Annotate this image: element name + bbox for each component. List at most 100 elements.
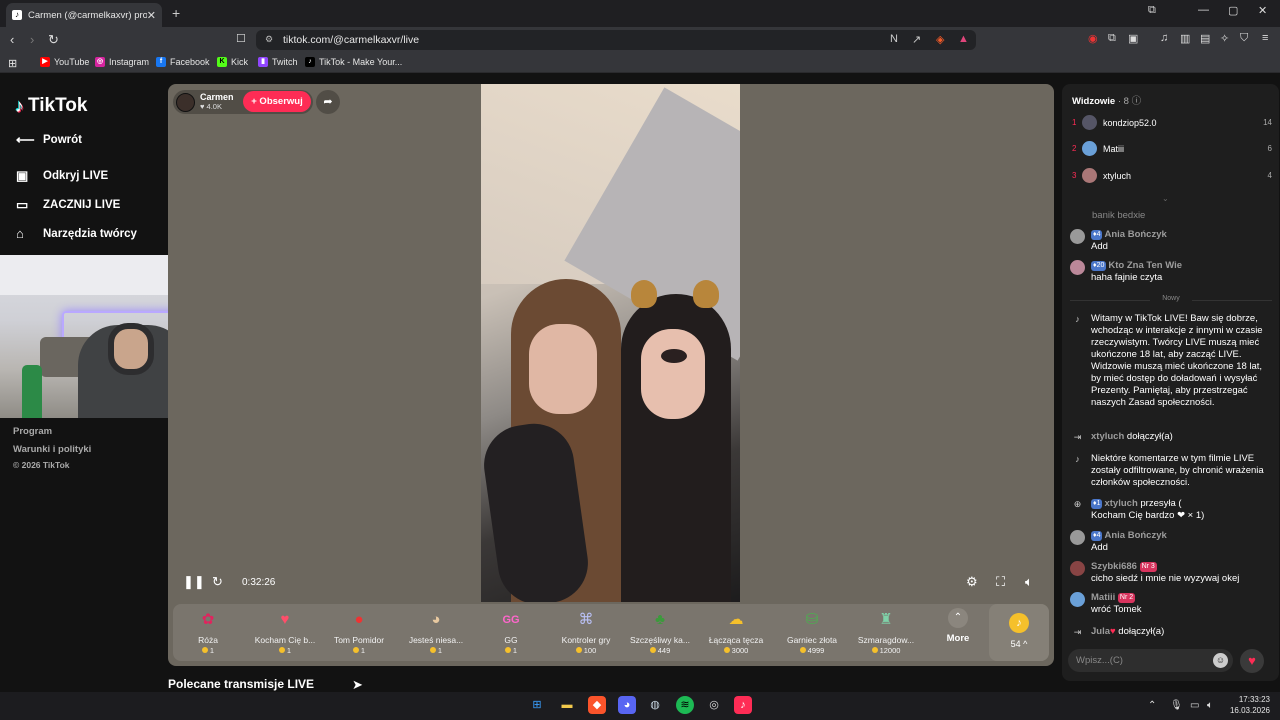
chat-message[interactable]: Matiii Nr 2 wróć Tomek (1070, 592, 1272, 616)
chat-input[interactable]: Wpisz...(C) ☺ (1068, 649, 1233, 672)
rank-badge: Nr 3 (1139, 562, 1157, 572)
chevron-down-icon[interactable]: ⌄ (1162, 194, 1169, 203)
brave-icon[interactable]: ◆ (588, 696, 606, 714)
url-bar[interactable]: ⚙ tiktok.com/@carmelkaxvr/live N ↗ ◈ ▲ (256, 30, 976, 50)
system-clock[interactable]: 17:33:23 16.03.2026 (1230, 694, 1270, 716)
gift-item[interactable]: GG GG 1 (475, 608, 547, 655)
wallet-icon[interactable]: ▤ (1200, 32, 1210, 45)
steam-icon[interactable]: ◍ (646, 696, 664, 714)
close-tab-icon[interactable]: ✕ (147, 9, 156, 22)
coins-button[interactable]: ♪ 54 ^ (989, 604, 1049, 661)
gift-item[interactable]: ⛁ Garniec złota 4999 (776, 608, 848, 655)
bookmark-kick[interactable]: K Kick (217, 57, 248, 67)
bookmark-facebook[interactable]: f Facebook (156, 57, 210, 67)
reload-icon[interactable]: ↻ (48, 32, 59, 48)
top-viewer-row[interactable]: 3 xtyluch 4 (1072, 168, 1272, 183)
new-tab-icon[interactable]: + (172, 5, 180, 21)
share-page-icon[interactable]: ↗ (912, 33, 921, 46)
media-icon[interactable]: ♫ (1160, 32, 1168, 44)
bookmark-twitch[interactable]: ▮ Twitch (258, 57, 298, 67)
sidebar-item-creator-tools[interactable]: ⌂ Narzędzia twórcy (16, 226, 137, 241)
footer-terms-link[interactable]: Warunki i polityki (13, 444, 91, 455)
maximize-icon[interactable]: ▢ (1228, 4, 1238, 17)
bookmark-youtube[interactable]: ▶ YouTube (40, 57, 89, 67)
record-icon[interactable]: ◉ (1088, 32, 1098, 45)
emoji-icon[interactable]: ☺ (1213, 653, 1228, 668)
sidebar-icon[interactable]: ▥ (1180, 32, 1190, 45)
tiktok-icon: ♪ (1075, 454, 1080, 464)
sidebar-item-go-live[interactable]: ▭ ZACZNIJ LIVE (16, 197, 120, 213)
top-viewer-row[interactable]: 1 kondziop52.0 14 (1072, 115, 1272, 130)
window-list-icon[interactable]: ⧉ (1148, 4, 1156, 17)
bookmark-instagram[interactable]: ◎ Instagram (95, 57, 149, 67)
network-icon[interactable]: ▭ (1190, 700, 1199, 711)
chat-message[interactable]: ♦4 Ania Bończyk Add (1070, 530, 1272, 554)
site-info-icon[interactable]: ⚙ (265, 34, 273, 45)
fullscreen-icon[interactable]: ⛶ (996, 574, 1005, 590)
follow-button[interactable]: + Obserwuj (243, 91, 311, 112)
viewers-header[interactable]: Widzowie · 8 ⓘ (1072, 93, 1141, 107)
start-icon[interactable]: ⊞ (528, 696, 546, 714)
gift-item[interactable]: ☁ Łącząca tęcza 3000 (700, 608, 772, 655)
avatar (1070, 592, 1085, 607)
tab-bar: ♪ Carmen (@carmelkaxvr) prov ✕ + ⧉ — ▢ ✕ (0, 0, 1280, 27)
footer-program-link[interactable]: Program (13, 426, 52, 437)
speaker-icon[interactable]: 🔈︎ (1207, 700, 1213, 711)
top-viewer-row[interactable]: 2 Matiii 6 (1072, 141, 1272, 156)
sidebar-item-discover-live[interactable]: ▣ Odkryj LIVE (16, 168, 108, 184)
replay-icon[interactable]: ↻ (212, 574, 223, 590)
share-icon[interactable]: ➦ (316, 90, 340, 114)
like-heart-button[interactable]: ♥ (1240, 649, 1264, 673)
gift-item[interactable]: ◕ Jesteś niesa... 1 (400, 608, 472, 655)
spotify-icon[interactable]: ≋ (676, 696, 694, 714)
avatar[interactable] (176, 92, 195, 112)
extensions-icon[interactable]: ⧉ (1108, 32, 1116, 45)
bookmark-tiktok[interactable]: ♪ TikTok - Make Your... (305, 57, 402, 67)
live-tv-icon: ▣ (16, 168, 29, 183)
forward-icon[interactable]: › (30, 32, 34, 47)
gift-item[interactable]: ♥ Kocham Cię b... 1 (249, 608, 321, 655)
obs-icon[interactable]: ◎ (705, 696, 723, 714)
bookmark-icon[interactable]: ☐ (236, 32, 246, 45)
apps-icon[interactable]: ⊞ (8, 57, 17, 70)
browser-tab[interactable]: ♪ Carmen (@carmelkaxvr) prov ✕ (6, 3, 162, 27)
chat-message[interactable]: ♦20 Kto Zna Ten Wie haha fajnie czyta (1070, 260, 1272, 284)
chat-message[interactable]: ♦4 Ania Bończyk Add (1070, 229, 1272, 253)
folder-icon[interactable]: ▬ (558, 696, 576, 714)
gift-item[interactable]: ⌘ Kontroler gry 100 (550, 608, 622, 655)
info-icon[interactable]: ⓘ (1132, 96, 1142, 107)
level-badge: ♦4 (1091, 531, 1103, 541)
gift-item[interactable]: ♜ Szmaragdow... 12000 (850, 608, 922, 655)
new-messages-divider: Nowy (1070, 295, 1272, 305)
gift-item[interactable]: ♣ Szczęśliwy ka... 449 (624, 608, 696, 655)
pause-icon[interactable]: ❚❚ (183, 574, 205, 590)
discord-icon[interactable]: ◕ (618, 696, 636, 714)
microphone-icon[interactable]: 🎙︎ (1170, 700, 1183, 711)
heart-icon: ♥ (1110, 626, 1116, 637)
settings-icon[interactable]: ⚙ (966, 574, 978, 590)
kick-icon: K (217, 57, 227, 67)
live-video[interactable] (481, 84, 740, 602)
translate-icon[interactable]: N (890, 33, 898, 45)
screenshot-icon[interactable]: ▣ (1128, 32, 1138, 45)
leo-ai-icon[interactable]: ✧ (1220, 32, 1229, 45)
gift-item[interactable]: ● Tom Pomidor 1 (323, 608, 395, 655)
rewards-icon[interactable]: ▲ (958, 33, 969, 45)
back-link[interactable]: ⟵ Powrót (16, 132, 82, 148)
tiktok-logo[interactable]: ♪ TikTok (15, 95, 87, 117)
menu-icon[interactable]: ≡ (1262, 32, 1268, 44)
minimize-icon[interactable]: — (1198, 4, 1209, 16)
brave-shield-icon[interactable]: ◈ (936, 33, 944, 46)
close-window-icon[interactable]: ✕ (1258, 4, 1267, 17)
join-icon: ⇥ (1073, 432, 1082, 442)
tiktok-page: ♪ TikTok ⟵ Powrót ▣ Odkryj LIVE ▭ ZACZNI… (0, 73, 1280, 692)
heart-gift-icon: ♥ (280, 611, 290, 628)
gift-item[interactable]: ✿ Róża 1 (172, 608, 244, 655)
chat-message[interactable]: Szybki686 Nr 3 cicho siedź i mnie nie wyz… (1070, 561, 1272, 585)
volume-icon[interactable]: 🔈︎ (1025, 574, 1033, 590)
more-gifts-button[interactable]: ⌃ More (943, 608, 973, 644)
chevron-up-icon[interactable]: ⌃ (1148, 700, 1156, 711)
vpn-icon[interactable]: ⛉ (1240, 32, 1248, 45)
back-icon[interactable]: ‹ (10, 32, 14, 47)
tiktok-app-icon[interactable]: ♪ (734, 696, 752, 714)
